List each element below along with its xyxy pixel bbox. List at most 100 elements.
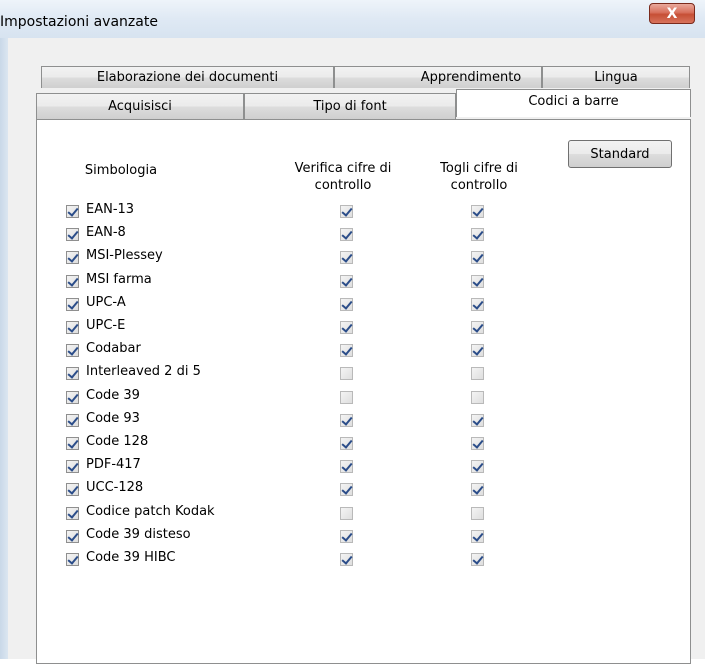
symbology-row: Code 39 disteso [0,526,705,548]
tab-language[interactable]: Lingua [542,66,690,88]
enable-checkbox[interactable] [66,274,79,288]
header-symbology-text: Simbologia [84,163,158,178]
symbology-label: UPC-E [86,318,126,333]
verify-check-digits-checkbox[interactable] [340,344,353,358]
enable-checkbox[interactable] [66,321,79,334]
strip-check-digits-checkbox[interactable] [471,274,484,288]
symbology-row: Codabar [0,340,705,362]
enable-checkbox[interactable] [66,251,79,265]
enable-checkbox[interactable] [66,483,79,497]
symbology-label: EAN-13 [86,202,135,217]
symbology-label: EAN-8 [86,225,126,241]
strip-check-digits-checkbox[interactable] [471,367,484,381]
verify-check-digits-checkbox[interactable] [340,437,353,450]
symbology-label: Interleaved 2 di 5 [86,364,201,380]
enable-checkbox[interactable] [66,413,79,427]
header-verify-line2: controllo [314,178,372,193]
verify-check-digits-checkbox[interactable] [340,413,353,427]
strip-check-digits-checkbox[interactable] [471,553,484,566]
strip-check-digits-checkbox[interactable] [471,344,484,358]
symbology-label: Code 93 [86,410,140,426]
enable-checkbox[interactable] [66,529,79,543]
symbology-label: MSI-Plessey [86,248,163,264]
symbology-label: Code 39 HIBC [86,550,176,565]
strip-check-digits-checkbox[interactable] [471,413,484,427]
verify-check-digits-checkbox[interactable] [340,460,353,474]
tab-document-processing[interactable]: Elaborazione dei documenti [41,66,334,88]
verify-check-digits-checkbox[interactable] [340,506,353,520]
advanced-settings-dialog: Impostazioni avanzate X Elaborazione dei… [0,0,705,664]
strip-check-digits-checkbox[interactable] [471,483,484,497]
strip-check-digits-checkbox[interactable] [471,390,484,404]
enable-checkbox[interactable] [66,437,79,450]
close-icon: X [666,5,678,22]
strip-check-digits-checkbox[interactable] [471,297,484,311]
verify-check-digits-checkbox[interactable] [340,390,353,404]
enable-checkbox[interactable] [66,344,79,358]
tab-font-type[interactable]: Tipo di font [244,93,456,119]
symbology-row: Code 39 HIBC [0,549,705,571]
symbology-label: MSI farma [86,271,152,287]
tab-label: Tipo di font [313,99,387,114]
strip-check-digits-checkbox[interactable] [471,228,484,242]
strip-check-digits-checkbox[interactable] [471,437,484,450]
header-verify-line1: Verifica cifre di [294,161,392,176]
symbology-row: PDF-417 [0,456,705,478]
verify-check-digits-checkbox[interactable] [340,321,353,334]
verify-check-digits-checkbox[interactable] [340,274,353,288]
enable-checkbox[interactable] [66,297,79,311]
header-symbology: Simbologia [56,162,186,179]
verify-check-digits-checkbox[interactable] [340,228,353,242]
close-button[interactable]: X [649,3,695,24]
enable-checkbox[interactable] [66,367,79,381]
enable-checkbox[interactable] [66,553,79,566]
tab-learning[interactable]: Apprendimento [334,66,542,88]
symbology-label: Codabar [86,341,141,357]
symbology-label: Codice patch Kodak [86,503,215,519]
symbology-row: EAN-8 [0,224,705,246]
symbology-row: MSI farma [0,271,705,293]
symbology-row: UCC-128 [0,479,705,501]
symbology-label: UCC-128 [86,480,144,496]
verify-check-digits-checkbox[interactable] [340,297,353,311]
tab-label: Apprendimento [420,70,522,85]
verify-check-digits-checkbox[interactable] [340,483,353,497]
symbology-row: Code 39 [0,387,705,409]
enable-checkbox[interactable] [66,228,79,242]
header-strip-line2: controllo [450,178,508,193]
verify-check-digits-checkbox[interactable] [340,529,353,543]
strip-check-digits-checkbox[interactable] [471,205,484,218]
strip-check-digits-checkbox[interactable] [471,506,484,520]
strip-check-digits-checkbox[interactable] [471,529,484,543]
tab-acquire[interactable]: Acquisisci [36,93,244,119]
verify-check-digits-checkbox[interactable] [340,367,353,381]
strip-check-digits-checkbox[interactable] [471,460,484,474]
symbology-row: UPC-A [0,294,705,316]
verify-check-digits-checkbox[interactable] [340,251,353,265]
header-verify-check-digits: Verifica cifre di controllo [268,160,418,194]
window-title: Impostazioni avanzate [0,14,158,30]
tab-barcodes[interactable]: Codici a barre [456,89,691,117]
symbology-label: Code 128 [86,434,149,449]
symbology-row: Codice patch Kodak [0,503,705,525]
enable-checkbox[interactable] [66,506,79,520]
tab-label: Codici a barre [528,94,619,109]
symbology-row: Interleaved 2 di 5 [0,363,705,385]
verify-check-digits-checkbox[interactable] [340,553,353,566]
symbology-row: MSI-Plessey [0,247,705,269]
tab-label: Elaborazione dei documenti [96,70,279,85]
standard-button[interactable]: Standard [568,140,672,168]
strip-check-digits-checkbox[interactable] [471,251,484,265]
verify-check-digits-checkbox[interactable] [340,205,353,218]
enable-checkbox[interactable] [66,390,79,404]
symbology-row: Code 128 [0,433,705,455]
strip-check-digits-checkbox[interactable] [471,321,484,334]
header-strip-check-digits: Togli cifre di controllo [418,160,540,194]
header-strip-line1: Togli cifre di [440,161,518,176]
enable-checkbox[interactable] [66,205,79,218]
tab-label: Lingua [594,70,638,85]
tab-label: Acquisisci [108,99,172,114]
standard-button-label: Standard [590,146,650,162]
enable-checkbox[interactable] [66,460,79,474]
title-bar: Impostazioni avanzate X [0,0,705,38]
